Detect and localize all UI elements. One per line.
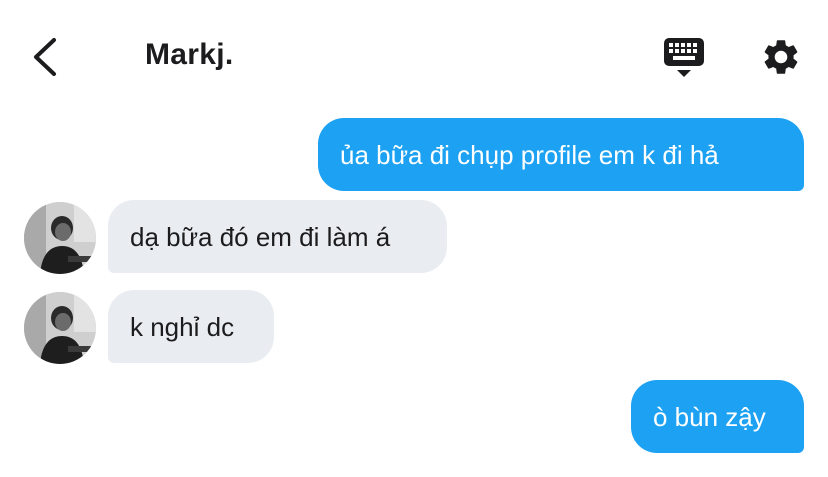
message-text: ò bùn zậy bbox=[653, 401, 766, 432]
message-bubble-incoming[interactable]: k nghỉ dc bbox=[108, 290, 274, 363]
message-bubble-outgoing[interactable]: ủa bữa đi chụp profile em k đi hả bbox=[318, 118, 804, 191]
message-text: k nghỉ dc bbox=[130, 311, 235, 342]
avatar-photo bbox=[24, 202, 96, 274]
gear-icon bbox=[764, 40, 798, 74]
message-text: ủa bữa đi chụp profile em k đi hả bbox=[340, 139, 719, 170]
keyboard-button[interactable] bbox=[662, 36, 706, 80]
avatar-photo bbox=[24, 292, 96, 364]
keyboard-icon bbox=[664, 38, 704, 77]
settings-button[interactable] bbox=[760, 36, 802, 78]
chat-header: Markj. bbox=[0, 0, 828, 110]
message-text: dạ bữa đó em đi làm á bbox=[130, 221, 391, 252]
message-bubble-outgoing[interactable]: ò bùn zậy bbox=[631, 380, 804, 453]
contact-name[interactable]: Markj. bbox=[145, 38, 234, 72]
back-chevron-icon bbox=[34, 38, 56, 76]
avatar[interactable] bbox=[24, 202, 96, 274]
message-bubble-incoming[interactable]: dạ bữa đó em đi làm á bbox=[108, 200, 447, 273]
avatar[interactable] bbox=[24, 292, 96, 364]
back-button[interactable] bbox=[30, 36, 62, 78]
